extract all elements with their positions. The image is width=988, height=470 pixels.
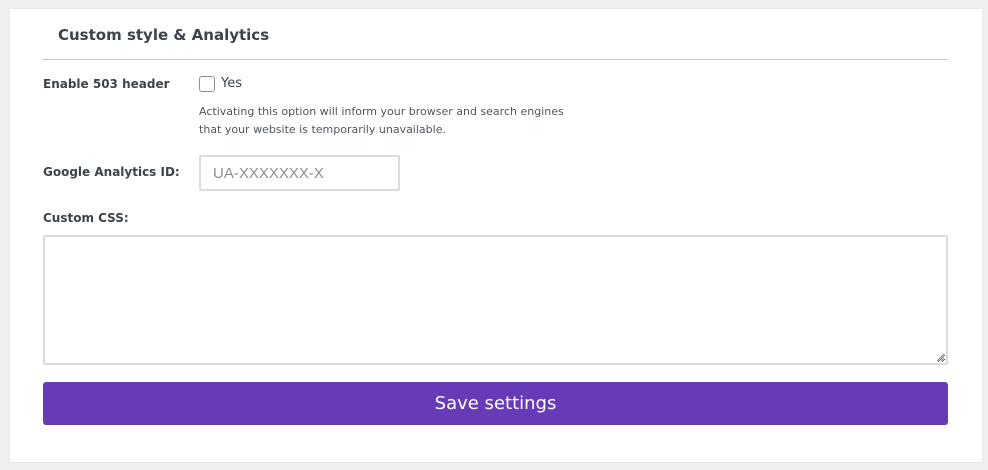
description-line: Activating this option will inform your … [199,105,564,118]
section-divider [43,59,948,60]
custom-css-label: Custom CSS: [43,211,129,225]
settings-card: Custom style & Analytics Enable 503 head… [10,9,982,462]
save-settings-button[interactable]: Save settings [43,382,948,425]
section-title: Custom style & Analytics [58,26,270,44]
enable-503-checkbox[interactable] [199,76,215,92]
custom-css-textarea[interactable] [43,235,948,365]
description-line: that your website is temporarily unavail… [199,123,446,136]
enable-503-label: Enable 503 header [43,77,170,91]
google-analytics-label: Google Analytics ID: [43,165,180,179]
enable-503-description: Activating this option will inform your … [199,103,569,139]
google-analytics-input[interactable] [199,155,400,191]
resize-handle-icon[interactable] [936,353,945,362]
enable-503-yes-label[interactable]: Yes [221,76,242,91]
